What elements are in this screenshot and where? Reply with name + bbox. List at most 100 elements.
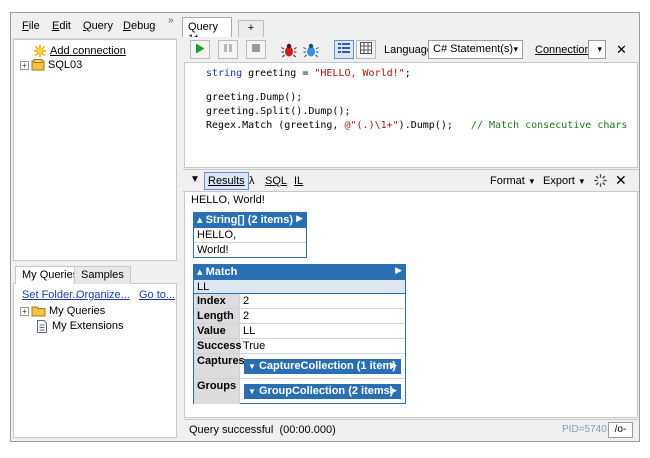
expand-right-icon: ▶ <box>390 360 397 370</box>
list-item: World! <box>197 244 229 256</box>
property-key: Groups <box>194 379 240 404</box>
property-key: Value <box>194 324 240 339</box>
pause-icon <box>223 43 233 56</box>
rich-text-results-button[interactable] <box>334 40 354 59</box>
code-line: string greeting = "HELLO, World!"; <box>206 68 411 79</box>
split-dump-header[interactable]: ▴ String[] (2 items) ▶ <box>193 212 307 227</box>
sparkle-icon <box>33 44 47 58</box>
code-line: greeting.Split().Dump(); <box>206 106 351 117</box>
stop-icon <box>251 43 261 56</box>
chevron-down-icon: ▼ <box>527 177 536 186</box>
collapse-panel-button[interactable]: » <box>168 15 174 26</box>
document-icon <box>36 319 48 333</box>
menu-debug[interactable]: Debug <box>123 20 155 32</box>
grid-results-button[interactable] <box>356 40 376 59</box>
property-value: 2 <box>240 294 405 309</box>
query-toolbar: Language C# Statement(s) ▾ Connection ▾ … <box>183 37 639 62</box>
connection-select[interactable]: ▾ <box>588 40 606 59</box>
greeting-output: HELLO, World! <box>191 194 265 206</box>
property-value: 2 <box>240 309 405 324</box>
tab-il[interactable]: IL <box>294 175 303 187</box>
format-menu[interactable]: Format ▼ <box>490 175 536 187</box>
connections-tree: Add connection + SQL03 <box>13 39 177 261</box>
my-extensions-label: My Extensions <box>52 320 124 332</box>
property-key: Captures <box>194 354 245 379</box>
match-value-row: LL <box>194 280 405 294</box>
my-extensions-item[interactable]: My Extensions <box>36 319 124 333</box>
add-connection-link[interactable]: Add connection <box>50 45 126 57</box>
collapse-results-icon[interactable]: ▼ <box>190 174 200 185</box>
expand-icon[interactable]: + <box>20 306 29 316</box>
property-key: Success <box>194 339 242 354</box>
chevron-down-icon: ▼ <box>248 387 256 396</box>
menu-edit[interactable]: Edit <box>52 20 71 32</box>
expand-right-icon: ▶ <box>296 213 303 223</box>
close-query-button[interactable]: ✕ <box>616 42 627 58</box>
run-button[interactable] <box>190 40 210 59</box>
chevron-down-icon: ▾ <box>513 44 518 54</box>
pid-label: PID=5740 <box>562 424 607 435</box>
spinner-icon[interactable] <box>594 174 607 190</box>
chevron-down-icon: ▼ <box>577 177 586 186</box>
play-icon <box>195 43 205 57</box>
results-panel: HELLO, World! ▴ String[] (2 items) ▶ HEL… <box>184 192 638 418</box>
bug-icon[interactable] <box>281 42 297 61</box>
tab-sql[interactable]: SQL <box>265 175 287 187</box>
set-folder-link[interactable]: Set Folder... <box>22 289 81 301</box>
optimize-toggle-button[interactable]: /o- <box>608 422 633 438</box>
menu-query[interactable]: Query <box>83 20 113 32</box>
language-value: C# Statement(s) <box>433 43 514 55</box>
query-tabstrip: Query 1* + <box>182 13 639 45</box>
server-node[interactable]: + SQL03 <box>20 58 82 72</box>
go-to-link[interactable]: Go to... <box>139 289 175 301</box>
debug-bug-icon[interactable] <box>303 42 319 61</box>
my-queries-label: My Queries <box>49 305 106 317</box>
property-value: LL <box>240 324 405 339</box>
match-dump-header[interactable]: ▴ Match ▶ <box>193 264 406 279</box>
code-line: greeting.Dump(); <box>206 92 303 103</box>
tab-lambda[interactable]: λ <box>249 175 255 187</box>
pause-button[interactable] <box>218 40 238 59</box>
tab-results[interactable]: Results <box>204 172 249 190</box>
language-select[interactable]: C# Statement(s) ▾ <box>428 40 523 59</box>
close-results-button[interactable]: ✕ <box>615 172 627 189</box>
server-label: SQL03 <box>48 59 83 71</box>
split-dump-body: HELLO, World! <box>193 227 307 258</box>
organize-link[interactable]: Organize... <box>76 289 130 301</box>
database-icon <box>31 59 45 71</box>
chevron-down-icon: ▼ <box>248 362 256 371</box>
captures-collection-button[interactable]: ▼ CaptureCollection (1 item) ▶ <box>244 359 401 374</box>
tab-query-1[interactable]: Query 1* <box>182 17 232 45</box>
collapse-icon: ▴ <box>197 214 203 226</box>
code-editor[interactable]: string greeting = "HELLO, World!"; greet… <box>184 62 638 168</box>
list-view-icon <box>338 42 350 57</box>
language-label: Language <box>384 44 433 56</box>
property-value: True <box>240 339 405 354</box>
menu-bar: File Edit Query Debug <box>11 13 177 39</box>
stop-button[interactable] <box>246 40 266 59</box>
tab-samples[interactable]: Samples <box>74 266 131 284</box>
my-queries-folder[interactable]: + My Queries <box>20 304 105 318</box>
add-connection-item[interactable]: Add connection <box>33 44 126 58</box>
code-line: Regex.Match (greeting, @"(.)\1+").Dump()… <box>206 120 628 131</box>
export-menu[interactable]: Export ▼ <box>543 175 586 187</box>
connection-label: Connection <box>535 44 591 56</box>
my-queries-pane: Set Folder... Organize... Go to... + My … <box>13 284 177 438</box>
results-toolbar: ▼ Results λ SQL IL Format ▼ Export ▼ ✕ <box>183 169 639 192</box>
new-query-tab-button[interactable]: + <box>238 20 264 37</box>
property-key: Index <box>194 294 240 309</box>
chevron-down-icon: ▾ <box>597 44 602 54</box>
match-dump-body: LL Index 2 Length 2 Value LL Success Tru… <box>193 279 406 404</box>
folder-icon <box>31 305 46 317</box>
menu-file[interactable]: File <box>22 20 40 32</box>
expand-icon[interactable]: + <box>20 60 29 70</box>
expand-right-icon: ▶ <box>395 265 402 275</box>
my-queries-tabstrip: My Queries Samples <box>13 264 177 285</box>
status-message: Query successful (00:00.000) <box>189 424 336 436</box>
expand-right-icon: ▶ <box>390 385 397 395</box>
collapse-icon: ▴ <box>197 266 203 278</box>
status-bar: Query successful (00:00.000) PID=5740 /o… <box>184 419 638 439</box>
grid-icon <box>360 42 372 57</box>
property-key: Length <box>194 309 240 324</box>
groups-collection-button[interactable]: ▼ GroupCollection (2 items) ▶ <box>244 384 401 399</box>
